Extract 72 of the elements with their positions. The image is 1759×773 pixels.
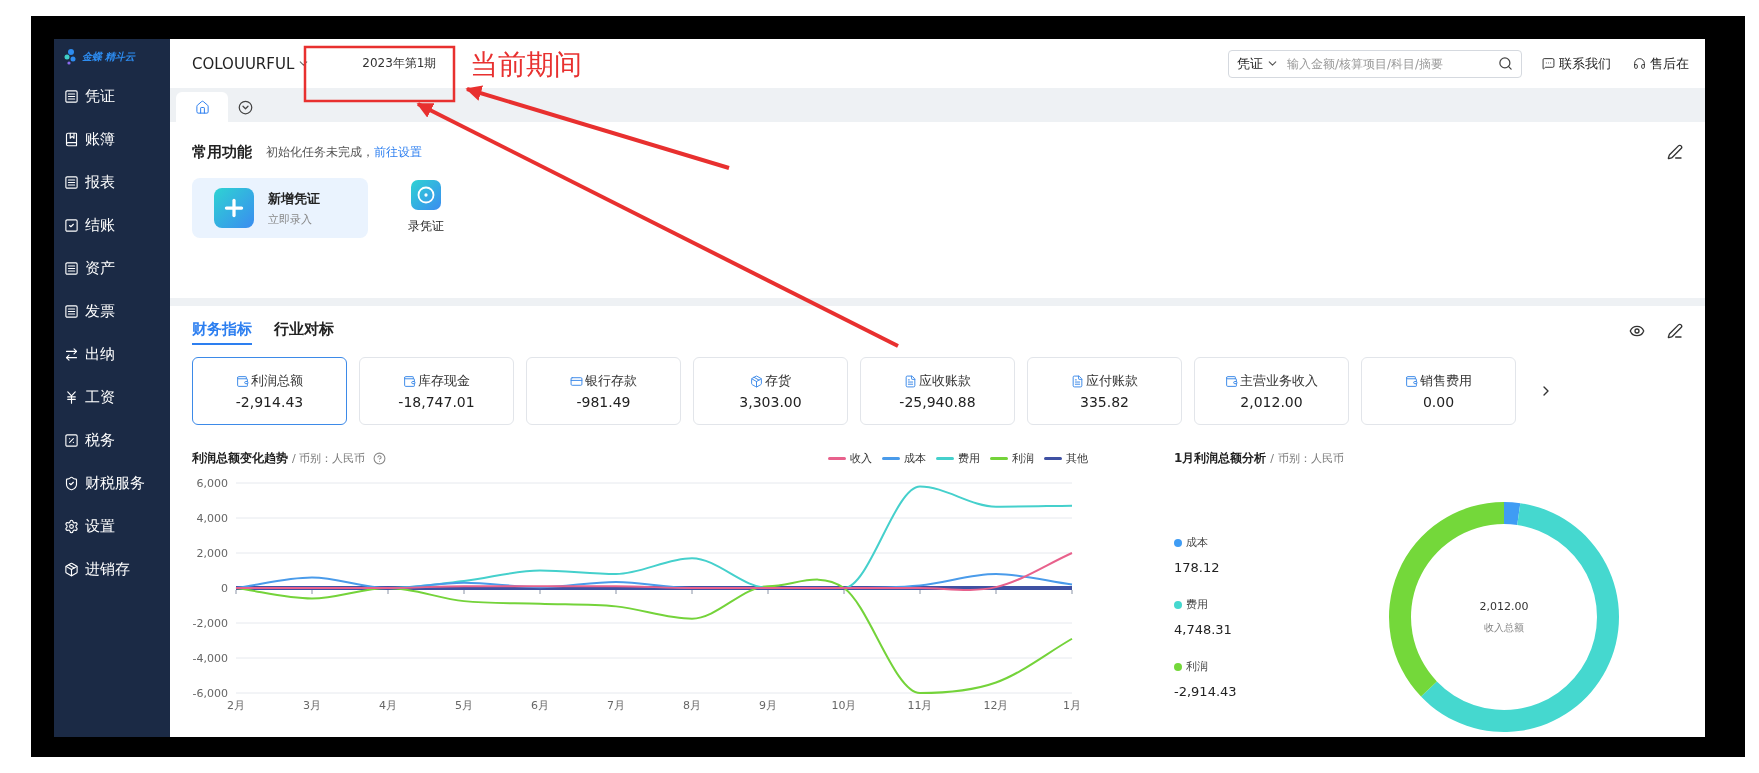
axis-label: 4,000: [196, 512, 228, 525]
logo-text: 金蝶 精斗云: [82, 50, 136, 64]
legend-item[interactable]: 成本: [882, 450, 926, 466]
metric-card[interactable]: 库存现金 -18,747.01: [359, 357, 514, 425]
axis-label: -4,000: [192, 652, 228, 665]
axis-label: 12月: [983, 699, 1009, 712]
axis-label: 11月: [907, 699, 933, 712]
axis-label: -6,000: [192, 687, 228, 700]
axis-label: 5月: [455, 699, 473, 712]
legend-item[interactable]: 利润: [990, 450, 1034, 466]
axis-label: 9月: [759, 699, 777, 712]
metrics-tab[interactable]: 行业对标: [274, 316, 334, 345]
currency-label: / 币别：人民币: [292, 450, 366, 466]
shortcut-subtitle: 立即录入: [268, 211, 313, 227]
metric-card[interactable]: 利润总额 -2,914.43: [192, 357, 347, 425]
setup-link[interactable]: 前往设置: [374, 144, 422, 159]
axis-label: 6月: [531, 699, 549, 712]
sidebar-item[interactable]: 进销存: [54, 548, 170, 591]
sidebar-item[interactable]: 设置: [54, 505, 170, 548]
shortcut-tile[interactable]: 录凭证: [408, 178, 444, 238]
sidebar-item[interactable]: 账簿: [54, 118, 170, 161]
legend-item: 成本: [1174, 535, 1374, 550]
search-field[interactable]: 凭证 输入金额/核算项目/科目/摘要: [1228, 49, 1522, 78]
center-label: 收入总额: [1484, 620, 1524, 635]
header-link[interactable]: 售后在: [1633, 54, 1689, 73]
axis-label: 2月: [227, 699, 245, 712]
metric-card[interactable]: 银行存款 -981.49: [526, 357, 681, 425]
company-selector[interactable]: COLOUURFUL: [192, 54, 311, 73]
axis-label: -2,000: [192, 617, 228, 630]
sidebar-item[interactable]: 结账: [54, 204, 170, 247]
axis-label: 0: [221, 582, 228, 595]
axis-label: 4月: [379, 699, 397, 712]
sidebar-item[interactable]: 凭证: [54, 75, 170, 118]
legend-item: 费用: [1174, 597, 1374, 612]
axis-label: 8月: [683, 699, 701, 712]
axis-label: 3月: [303, 699, 321, 712]
chart-title: 1月利润总额分析: [1174, 449, 1267, 467]
header-link[interactable]: 联系我们: [1542, 54, 1611, 73]
axis-label: 1月: [1063, 699, 1081, 712]
period-label: 2023年第1期: [362, 55, 437, 72]
metrics-tab[interactable]: 财务指标: [192, 316, 252, 345]
sidebar-item[interactable]: 出纳: [54, 333, 170, 376]
metric-card[interactable]: 销售费用 0.00: [1361, 357, 1516, 425]
currency-label: / 币别：人民币: [1270, 450, 1344, 466]
metric-card[interactable]: 主营业务收入 2,012.00: [1194, 357, 1349, 425]
legend-item: 利润: [1174, 659, 1374, 674]
shortcut-card[interactable]: 新增凭证 立即录入: [192, 178, 368, 238]
metric-card[interactable]: 存货 3,303.00: [693, 357, 848, 425]
sidebar-item[interactable]: 财税服务: [54, 462, 170, 505]
metric-card[interactable]: 应付账款 335.82: [1027, 357, 1182, 425]
sidebar-item[interactable]: 报表: [54, 161, 170, 204]
center-value: 2,012.00: [1479, 599, 1529, 613]
legend-value: 4,748.31: [1174, 622, 1233, 637]
legend-item[interactable]: 收入: [828, 450, 872, 466]
shortcut-title: 新增凭证: [268, 189, 320, 208]
metric-card[interactable]: 应收账款 -25,940.88: [860, 357, 1015, 425]
legend-value: -2,914.43: [1174, 684, 1238, 699]
notice-text: 初始化任务未完成，前往设置: [266, 143, 422, 161]
legend-item[interactable]: 其他: [1044, 450, 1088, 466]
sidebar-item[interactable]: 资产: [54, 247, 170, 290]
sidebar-item[interactable]: 发票: [54, 290, 170, 333]
chart-title: 利润总额变化趋势: [192, 449, 288, 467]
annotation-label: 当前期间: [470, 47, 582, 83]
sidebar-item[interactable]: 工资: [54, 376, 170, 419]
sidebar-item[interactable]: 税务: [54, 419, 170, 462]
legend-value: 178.12: [1174, 560, 1221, 575]
legend-item[interactable]: 费用: [936, 450, 980, 466]
axis-label: 10月: [831, 699, 857, 712]
axis-label: 2,000: [196, 547, 228, 560]
axis-label: 7月: [607, 699, 625, 712]
axis-label: 6,000: [196, 477, 228, 490]
section-title: 常用功能: [192, 142, 252, 162]
